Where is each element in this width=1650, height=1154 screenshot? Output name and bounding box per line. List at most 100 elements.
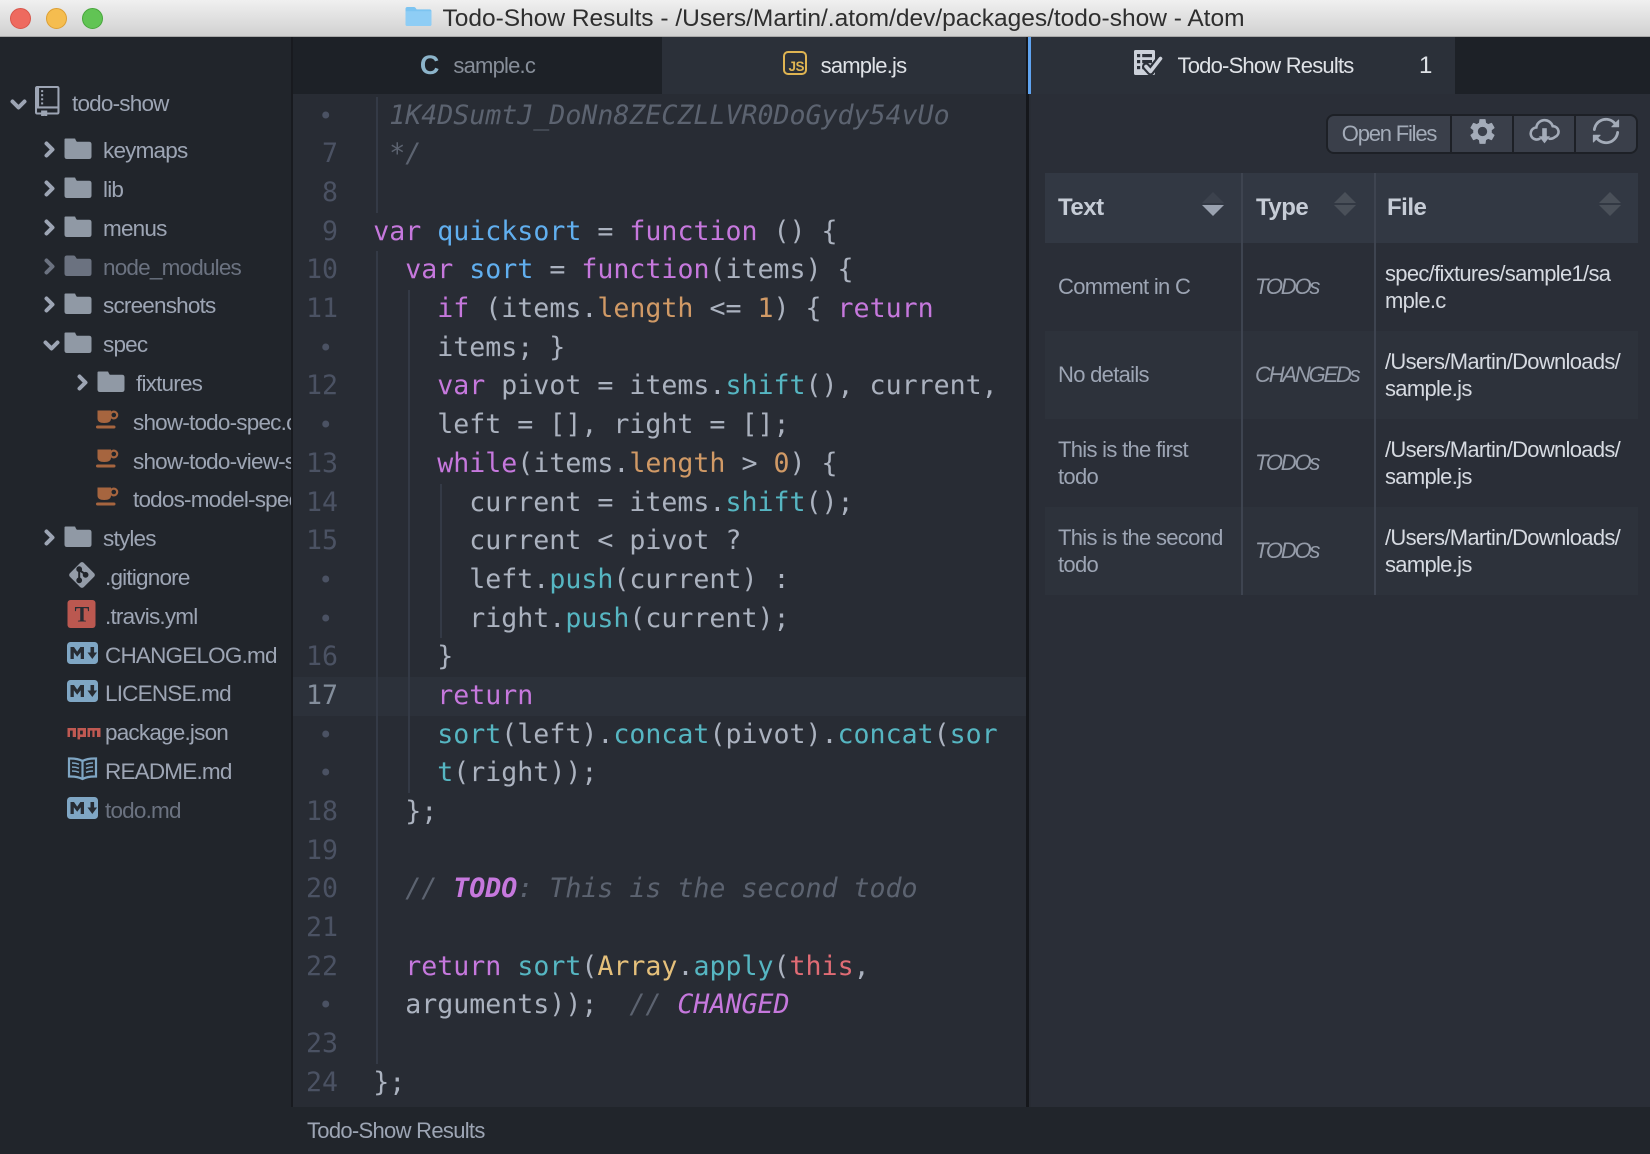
tree-item-keymaps[interactable]: keymaps bbox=[0, 132, 291, 171]
code-text: left.push(current) : bbox=[373, 561, 789, 600]
code-line: • left = [], right = []; bbox=[293, 406, 1027, 445]
code-token: while bbox=[437, 448, 517, 479]
code-token bbox=[373, 370, 437, 401]
todo-result-row[interactable]: No detailsCHANGEDs/Users/Martin/Download… bbox=[1045, 331, 1638, 419]
editor[interactable]: • 1K4DSumtJ_DoNn8ZECZLLVR0DoGydy54vUo7 *… bbox=[293, 94, 1027, 1107]
coffee-icon bbox=[95, 485, 120, 515]
todo-show-results-pane: Open Files TextTypeFile Comment in CTODO… bbox=[1031, 94, 1650, 1107]
tree-item-label: todo.md bbox=[105, 798, 181, 824]
tree-view: todo-show keymaps lib menusnode_modulesscre… bbox=[0, 37, 291, 1154]
tree-item-label: show-todo-view-spec.coffee bbox=[133, 449, 291, 475]
line-number: 20 bbox=[293, 870, 338, 909]
code-token: ( bbox=[774, 951, 790, 982]
code-line: 24}; bbox=[293, 1064, 1027, 1103]
todo-file-cell: /Users/Martin/Downloads/sample.js bbox=[1375, 507, 1628, 595]
todo-result-row[interactable]: This is the secondtodoTODOs/Users/Martin… bbox=[1045, 507, 1638, 595]
code-token: 1K4DSumtJ_DoNn8ZECZLLVR0DoGydy54vUo bbox=[373, 100, 949, 131]
todo-type-cell: TODOs bbox=[1241, 507, 1359, 595]
line-number: 10 bbox=[293, 251, 338, 290]
code-token: sort bbox=[517, 951, 581, 982]
tree-item-label: lib bbox=[103, 177, 123, 203]
save-as-button[interactable] bbox=[1514, 114, 1576, 154]
todo-result-row[interactable]: This is the firsttodoTODOs/Users/Martin/… bbox=[1045, 419, 1638, 507]
code-line: • items; } bbox=[293, 329, 1027, 368]
tab-sample-js[interactable]: JSsample.js bbox=[662, 37, 1027, 94]
code-line: 22 return sort(Array.apply(this, bbox=[293, 948, 1027, 987]
cloud-download-icon bbox=[1526, 116, 1563, 152]
chevron-right-icon[interactable] bbox=[43, 177, 56, 203]
proxy-folder-icon bbox=[405, 6, 432, 32]
todo-text-cell: This is the secondtodo bbox=[1045, 507, 1228, 595]
todo-file-cell: /Users/Martin/Downloads/sample.js bbox=[1375, 331, 1628, 419]
code-text: left = [], right = []; bbox=[373, 406, 789, 445]
tree-item-label: .gitignore bbox=[105, 565, 190, 591]
tree-item-package-json[interactable]: package.json bbox=[0, 714, 291, 753]
todo-count-badge: 1 bbox=[1419, 52, 1432, 80]
code-line: 19 bbox=[293, 832, 1027, 871]
code-token: function bbox=[629, 216, 757, 247]
tree-item-show-todo-view-spec-coffee[interactable]: show-todo-view-spec.coffee bbox=[0, 442, 291, 481]
chevron-right-icon[interactable] bbox=[76, 371, 89, 397]
cell-line: CHANGEDs bbox=[1255, 361, 1359, 388]
cell-line: /Users/Martin/Downloads/ bbox=[1385, 436, 1628, 463]
soft-wrap-indicator: • bbox=[293, 716, 338, 755]
tree-item-screenshots[interactable]: screenshots bbox=[0, 287, 291, 326]
tree-item-changelog-md[interactable]: CHANGELOG.md bbox=[0, 636, 291, 675]
chevron-right-icon[interactable] bbox=[43, 293, 56, 319]
tree-item-menus[interactable]: menus bbox=[0, 209, 291, 248]
chevron-right-icon[interactable] bbox=[43, 526, 56, 552]
column-header-label: Text bbox=[1058, 194, 1104, 222]
code-text: var sort = function(items) { bbox=[373, 251, 853, 290]
tree-item-spec[interactable]: spec bbox=[0, 326, 291, 365]
chevron-down-icon[interactable] bbox=[43, 332, 60, 358]
tree-item--travis-yml[interactable]: T.travis.yml bbox=[0, 597, 291, 636]
tree-item--gitignore[interactable]: .gitignore bbox=[0, 559, 291, 598]
soft-wrap-indicator: • bbox=[293, 329, 338, 368]
status-bar-package-name[interactable]: Todo-Show Results bbox=[307, 1118, 485, 1144]
chevron-right-icon[interactable] bbox=[43, 138, 56, 164]
line-number: 7 bbox=[293, 135, 338, 174]
chevron-right-dim-icon[interactable] bbox=[43, 255, 56, 281]
tree-item-todo-md[interactable]: todo.md bbox=[0, 791, 291, 830]
tab-sample-c[interactable]: Csample.c bbox=[293, 37, 662, 94]
chevron-right-icon[interactable] bbox=[43, 216, 56, 242]
code-text: if (items.length <= 1) { return bbox=[373, 290, 933, 329]
tree-item-project-root[interactable]: todo-show bbox=[0, 85, 291, 124]
tree-item-styles[interactable]: styles bbox=[0, 520, 291, 559]
folder-icon bbox=[64, 214, 92, 243]
todo-result-row[interactable]: Comment in CTODOsspec/fixtures/sample1/s… bbox=[1045, 243, 1638, 331]
column-separator bbox=[1241, 173, 1243, 595]
tree-item-todos-model-spec-coffee[interactable]: todos-model-spec.coffee bbox=[0, 481, 291, 520]
cell-line: Comment in C bbox=[1058, 273, 1228, 300]
tree-item-show-todo-spec-coffee[interactable]: show-todo-spec.coffee bbox=[0, 403, 291, 442]
tree-item-node-modules[interactable]: node_modules bbox=[0, 248, 291, 287]
code-token: , bbox=[854, 951, 870, 982]
code-token: }; bbox=[373, 1067, 405, 1098]
code-token: : This is the second todo bbox=[517, 873, 917, 904]
code-token bbox=[373, 757, 437, 788]
refresh-button[interactable] bbox=[1576, 114, 1638, 154]
tree-item-readme-md[interactable]: README.md bbox=[0, 753, 291, 792]
tree-item-license-md[interactable]: LICENSE.md bbox=[0, 675, 291, 714]
column-header-label: Type bbox=[1256, 194, 1308, 222]
code-text: right.push(current); bbox=[373, 600, 789, 639]
sort-desc-icon bbox=[1334, 205, 1356, 216]
tab-todo-show-results[interactable]: Todo-Show Results1 bbox=[1031, 37, 1455, 94]
titlebar: Todo-Show Results - /Users/Martin/.atom/… bbox=[0, 0, 1650, 37]
tree-item-fixtures[interactable]: fixtures bbox=[0, 365, 291, 404]
soft-wrap-indicator: • bbox=[293, 561, 338, 600]
code-token: concat bbox=[838, 719, 934, 750]
tree-item-lib[interactable]: lib bbox=[0, 171, 291, 210]
code-token: function bbox=[581, 254, 709, 285]
code-token: (right)); bbox=[453, 757, 597, 788]
pane-divider[interactable] bbox=[1026, 37, 1029, 1107]
chevron-down-icon[interactable] bbox=[10, 91, 27, 117]
line-number: 19 bbox=[293, 832, 338, 871]
open-files-button[interactable]: Open Files bbox=[1326, 114, 1452, 154]
code-line: 16 } bbox=[293, 638, 1027, 677]
line-number: 9 bbox=[293, 213, 338, 252]
column-separator bbox=[1374, 173, 1376, 595]
code-line: 9var quicksort = function () { bbox=[293, 213, 1027, 252]
code-token: () { bbox=[758, 216, 838, 247]
settings-button[interactable] bbox=[1452, 114, 1514, 154]
